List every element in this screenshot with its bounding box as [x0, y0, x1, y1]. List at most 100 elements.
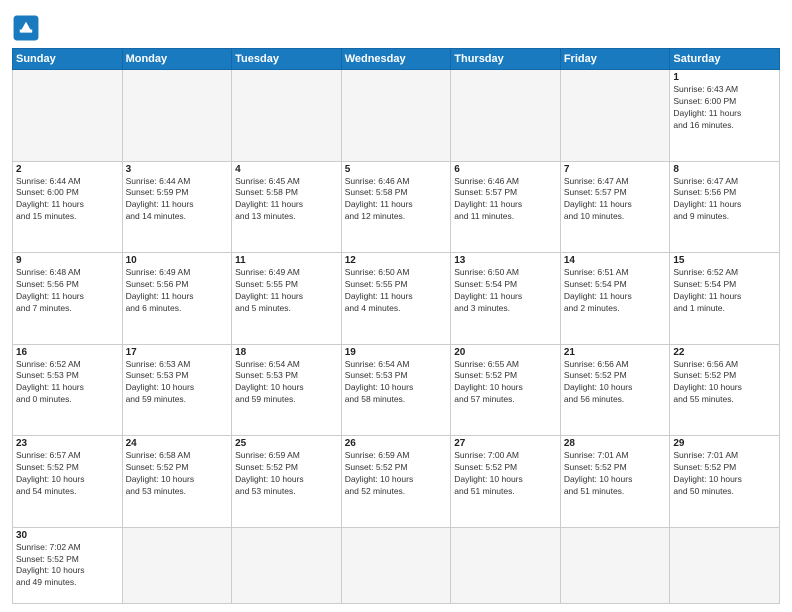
calendar-cell: 24Sunrise: 6:58 AM Sunset: 5:52 PM Dayli…	[122, 436, 232, 528]
calendar-week-row: 23Sunrise: 6:57 AM Sunset: 5:52 PM Dayli…	[13, 436, 780, 528]
day-number: 28	[564, 438, 667, 449]
day-info: Sunrise: 6:54 AM Sunset: 5:53 PM Dayligh…	[235, 359, 338, 407]
day-number: 14	[564, 255, 667, 266]
day-info: Sunrise: 6:46 AM Sunset: 5:57 PM Dayligh…	[454, 176, 557, 224]
calendar-header-row: SundayMondayTuesdayWednesdayThursdayFrid…	[13, 49, 780, 70]
day-info: Sunrise: 7:01 AM Sunset: 5:52 PM Dayligh…	[564, 450, 667, 498]
day-info: Sunrise: 6:53 AM Sunset: 5:53 PM Dayligh…	[126, 359, 229, 407]
calendar-cell: 16Sunrise: 6:52 AM Sunset: 5:53 PM Dayli…	[13, 344, 123, 436]
day-info: Sunrise: 6:58 AM Sunset: 5:52 PM Dayligh…	[126, 450, 229, 498]
day-info: Sunrise: 6:48 AM Sunset: 5:56 PM Dayligh…	[16, 267, 119, 315]
day-number: 5	[345, 164, 448, 175]
day-info: Sunrise: 6:56 AM Sunset: 5:52 PM Dayligh…	[564, 359, 667, 407]
day-number: 21	[564, 347, 667, 358]
calendar-week-row: 1Sunrise: 6:43 AM Sunset: 6:00 PM Daylig…	[13, 70, 780, 162]
day-number: 13	[454, 255, 557, 266]
calendar-cell	[13, 70, 123, 162]
day-info: Sunrise: 7:00 AM Sunset: 5:52 PM Dayligh…	[454, 450, 557, 498]
day-info: Sunrise: 6:52 AM Sunset: 5:53 PM Dayligh…	[16, 359, 119, 407]
day-number: 25	[235, 438, 338, 449]
calendar-cell	[341, 70, 451, 162]
calendar-cell: 5Sunrise: 6:46 AM Sunset: 5:58 PM Daylig…	[341, 161, 451, 253]
day-info: Sunrise: 6:47 AM Sunset: 5:56 PM Dayligh…	[673, 176, 776, 224]
calendar-cell	[232, 70, 342, 162]
day-number: 10	[126, 255, 229, 266]
day-number: 8	[673, 164, 776, 175]
calendar-cell: 29Sunrise: 7:01 AM Sunset: 5:52 PM Dayli…	[670, 436, 780, 528]
day-info: Sunrise: 6:50 AM Sunset: 5:54 PM Dayligh…	[454, 267, 557, 315]
day-info: Sunrise: 6:54 AM Sunset: 5:53 PM Dayligh…	[345, 359, 448, 407]
day-number: 29	[673, 438, 776, 449]
day-number: 30	[16, 530, 119, 541]
calendar-header-wednesday: Wednesday	[341, 49, 451, 70]
calendar-cell: 13Sunrise: 6:50 AM Sunset: 5:54 PM Dayli…	[451, 253, 561, 345]
day-number: 3	[126, 164, 229, 175]
calendar-cell	[560, 70, 670, 162]
day-info: Sunrise: 6:59 AM Sunset: 5:52 PM Dayligh…	[345, 450, 448, 498]
calendar-cell: 28Sunrise: 7:01 AM Sunset: 5:52 PM Dayli…	[560, 436, 670, 528]
calendar-cell	[451, 527, 561, 603]
calendar-cell	[560, 527, 670, 603]
header	[12, 10, 780, 42]
calendar-cell: 23Sunrise: 6:57 AM Sunset: 5:52 PM Dayli…	[13, 436, 123, 528]
calendar-cell	[341, 527, 451, 603]
calendar-cell: 26Sunrise: 6:59 AM Sunset: 5:52 PM Dayli…	[341, 436, 451, 528]
calendar-cell: 8Sunrise: 6:47 AM Sunset: 5:56 PM Daylig…	[670, 161, 780, 253]
calendar-cell: 4Sunrise: 6:45 AM Sunset: 5:58 PM Daylig…	[232, 161, 342, 253]
calendar-cell: 11Sunrise: 6:49 AM Sunset: 5:55 PM Dayli…	[232, 253, 342, 345]
day-info: Sunrise: 6:52 AM Sunset: 5:54 PM Dayligh…	[673, 267, 776, 315]
day-number: 24	[126, 438, 229, 449]
day-number: 2	[16, 164, 119, 175]
calendar-cell: 21Sunrise: 6:56 AM Sunset: 5:52 PM Dayli…	[560, 344, 670, 436]
day-info: Sunrise: 6:43 AM Sunset: 6:00 PM Dayligh…	[673, 84, 776, 132]
calendar-cell	[122, 70, 232, 162]
calendar-cell: 20Sunrise: 6:55 AM Sunset: 5:52 PM Dayli…	[451, 344, 561, 436]
day-info: Sunrise: 6:46 AM Sunset: 5:58 PM Dayligh…	[345, 176, 448, 224]
logo-icon	[12, 14, 40, 42]
day-info: Sunrise: 6:49 AM Sunset: 5:56 PM Dayligh…	[126, 267, 229, 315]
day-info: Sunrise: 6:45 AM Sunset: 5:58 PM Dayligh…	[235, 176, 338, 224]
day-info: Sunrise: 6:59 AM Sunset: 5:52 PM Dayligh…	[235, 450, 338, 498]
calendar-cell: 10Sunrise: 6:49 AM Sunset: 5:56 PM Dayli…	[122, 253, 232, 345]
day-number: 6	[454, 164, 557, 175]
day-info: Sunrise: 6:44 AM Sunset: 6:00 PM Dayligh…	[16, 176, 119, 224]
calendar-week-row: 30Sunrise: 7:02 AM Sunset: 5:52 PM Dayli…	[13, 527, 780, 603]
day-number: 26	[345, 438, 448, 449]
calendar-cell: 12Sunrise: 6:50 AM Sunset: 5:55 PM Dayli…	[341, 253, 451, 345]
calendar-table: SundayMondayTuesdayWednesdayThursdayFrid…	[12, 48, 780, 604]
calendar-cell	[670, 527, 780, 603]
day-number: 23	[16, 438, 119, 449]
day-info: Sunrise: 6:49 AM Sunset: 5:55 PM Dayligh…	[235, 267, 338, 315]
day-number: 16	[16, 347, 119, 358]
day-info: Sunrise: 7:01 AM Sunset: 5:52 PM Dayligh…	[673, 450, 776, 498]
calendar-week-row: 2Sunrise: 6:44 AM Sunset: 6:00 PM Daylig…	[13, 161, 780, 253]
calendar-cell: 17Sunrise: 6:53 AM Sunset: 5:53 PM Dayli…	[122, 344, 232, 436]
calendar-cell: 15Sunrise: 6:52 AM Sunset: 5:54 PM Dayli…	[670, 253, 780, 345]
calendar-header-saturday: Saturday	[670, 49, 780, 70]
calendar-cell	[451, 70, 561, 162]
day-info: Sunrise: 6:47 AM Sunset: 5:57 PM Dayligh…	[564, 176, 667, 224]
calendar-week-row: 16Sunrise: 6:52 AM Sunset: 5:53 PM Dayli…	[13, 344, 780, 436]
day-number: 22	[673, 347, 776, 358]
calendar-cell: 6Sunrise: 6:46 AM Sunset: 5:57 PM Daylig…	[451, 161, 561, 253]
day-number: 9	[16, 255, 119, 266]
calendar-header-thursday: Thursday	[451, 49, 561, 70]
day-number: 4	[235, 164, 338, 175]
day-number: 15	[673, 255, 776, 266]
calendar-header-friday: Friday	[560, 49, 670, 70]
day-info: Sunrise: 6:44 AM Sunset: 5:59 PM Dayligh…	[126, 176, 229, 224]
calendar-cell: 2Sunrise: 6:44 AM Sunset: 6:00 PM Daylig…	[13, 161, 123, 253]
logo	[12, 14, 44, 42]
calendar-cell: 18Sunrise: 6:54 AM Sunset: 5:53 PM Dayli…	[232, 344, 342, 436]
day-number: 1	[673, 72, 776, 83]
calendar-header-tuesday: Tuesday	[232, 49, 342, 70]
calendar-header-sunday: Sunday	[13, 49, 123, 70]
calendar-cell: 25Sunrise: 6:59 AM Sunset: 5:52 PM Dayli…	[232, 436, 342, 528]
calendar-cell: 3Sunrise: 6:44 AM Sunset: 5:59 PM Daylig…	[122, 161, 232, 253]
day-info: Sunrise: 6:56 AM Sunset: 5:52 PM Dayligh…	[673, 359, 776, 407]
calendar-header-monday: Monday	[122, 49, 232, 70]
calendar-cell: 27Sunrise: 7:00 AM Sunset: 5:52 PM Dayli…	[451, 436, 561, 528]
day-info: Sunrise: 6:50 AM Sunset: 5:55 PM Dayligh…	[345, 267, 448, 315]
calendar-cell: 14Sunrise: 6:51 AM Sunset: 5:54 PM Dayli…	[560, 253, 670, 345]
day-number: 18	[235, 347, 338, 358]
